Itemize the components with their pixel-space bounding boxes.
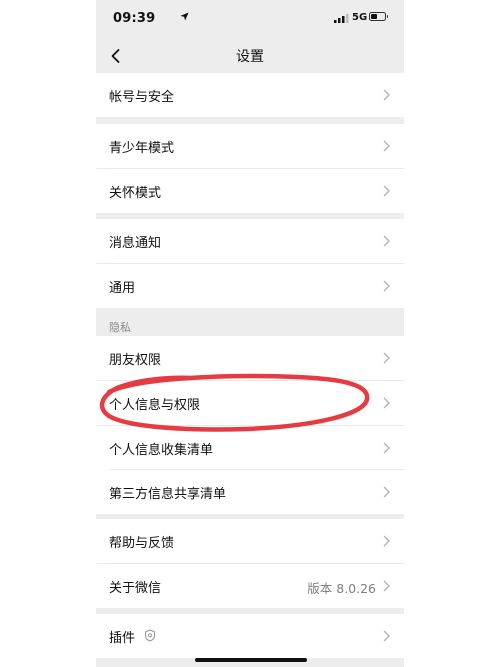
row-account-security[interactable]: 帐号与安全 [96, 73, 404, 117]
shield-icon [144, 629, 156, 642]
row-label: 消息通知 [109, 236, 162, 251]
home-indicator [195, 658, 307, 662]
nav-bar: 设置 [96, 38, 404, 72]
chevron-right-icon [383, 280, 390, 292]
row-general[interactable]: 通用 [96, 264, 404, 308]
status-bar: 09:39 5G [96, 0, 404, 38]
location-arrow-icon [180, 12, 189, 21]
row-teen-mode[interactable]: 青少年模式 [96, 124, 404, 168]
signal-icon [334, 14, 349, 23]
row-friend-permissions[interactable]: 朋友权限 [96, 336, 404, 380]
row-label: 关于微信 [109, 581, 162, 596]
version-value: 版本 8.0.26 [307, 581, 376, 596]
battery-icon [369, 12, 388, 21]
row-plugins[interactable]: 插件 [96, 614, 404, 658]
row-label: 个人信息与权限 [109, 398, 201, 413]
chevron-right-icon [383, 486, 390, 498]
chevron-right-icon [383, 442, 390, 454]
row-label: 插件 [109, 631, 136, 646]
chevron-right-icon [383, 535, 390, 547]
row-notifications[interactable]: 消息通知 [96, 219, 404, 263]
chevron-right-icon [383, 397, 390, 409]
page-title: 设置 [236, 49, 264, 65]
row-personal-info-permissions[interactable]: 个人信息与权限 [96, 381, 404, 425]
row-label: 青少年模式 [109, 141, 175, 156]
chevron-right-icon [383, 89, 390, 101]
row-label: 帐号与安全 [109, 90, 175, 105]
row-label: 个人信息收集清单 [109, 443, 214, 458]
row-label: 通用 [109, 281, 136, 296]
network-type: 5G [352, 12, 368, 23]
row-label: 朋友权限 [109, 353, 162, 368]
row-third-party-sharing[interactable]: 第三方信息共享清单 [96, 470, 404, 514]
status-time: 09:39 [113, 11, 156, 26]
chevron-right-icon [383, 185, 390, 197]
row-personal-info-collection[interactable]: 个人信息收集清单 [96, 426, 404, 470]
row-about-wechat[interactable]: 关于微信 版本 8.0.26 [96, 564, 404, 608]
row-label: 第三方信息共享清单 [109, 487, 227, 502]
row-help-feedback[interactable]: 帮助与反馈 [96, 519, 404, 563]
row-care-mode[interactable]: 关怀模式 [96, 169, 404, 213]
chevron-right-icon [383, 630, 390, 642]
row-label: 关怀模式 [109, 186, 162, 201]
settings-screen: 09:39 5G 设置 帐号与安全 青少年模式 关怀模式 消息通知 通用 隐私 … [96, 0, 404, 667]
row-label: 帮助与反馈 [109, 536, 175, 551]
chevron-right-icon [383, 580, 390, 592]
chevron-right-icon [383, 352, 390, 364]
chevron-right-icon [383, 140, 390, 152]
section-header-privacy: 隐私 [109, 321, 131, 334]
chevron-right-icon [383, 235, 390, 247]
